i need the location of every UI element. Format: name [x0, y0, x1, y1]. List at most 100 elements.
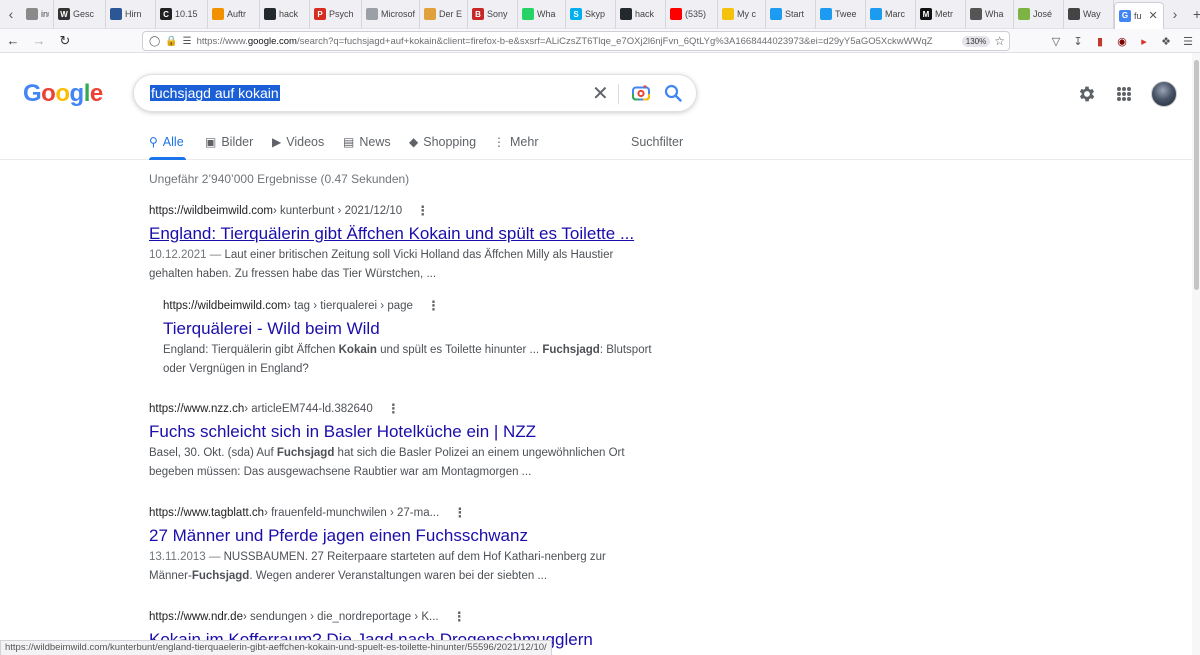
logo-letter: o: [55, 80, 70, 107]
google-logo[interactable]: Google: [23, 80, 103, 108]
more-options-icon[interactable]: ⋮: [453, 505, 466, 521]
result-title-link[interactable]: 27 Männer und Pferde jagen einen Fuchssc…: [149, 526, 669, 546]
tab-bilder[interactable]: ▣ Bilder: [205, 135, 253, 149]
browser-tab[interactable]: Gfu ✕: [1114, 1, 1164, 29]
browser-tab[interactable]: C 10.15: [156, 0, 208, 29]
more-options-icon[interactable]: ⋮: [427, 298, 440, 314]
tab-videos-label: Videos: [286, 135, 325, 149]
clear-search-icon[interactable]: ✕: [592, 81, 609, 106]
extension-shield-icon[interactable]: ▮: [1092, 35, 1108, 48]
browser-tab[interactable]: Way: [1064, 0, 1114, 29]
search-box[interactable]: fuchsjagd auf kokain ✕: [133, 74, 697, 112]
browser-tab[interactable]: M Metr: [916, 0, 966, 29]
p-site-icon: P: [314, 8, 326, 20]
browser-tab[interactable]: hack: [616, 0, 666, 29]
result-cite[interactable]: https://www.nzz.ch › articleEM744-ld.382…: [149, 401, 669, 417]
browser-tab[interactable]: (535): [666, 0, 718, 29]
result-title-link[interactable]: Tierquälerei - Wild beim Wild: [163, 319, 673, 339]
result-path: › frauenfeld-munchwilen › 27-ma...: [264, 507, 440, 519]
browser-tab[interactable]: Wha: [518, 0, 566, 29]
tab-overflow-left-icon[interactable]: ‹: [0, 0, 22, 29]
browser-tab-label: Wha: [985, 9, 1004, 19]
suchfilter-button[interactable]: Suchfilter: [631, 135, 683, 149]
result-cite[interactable]: https://wildbeimwild.com › kunterbunt › …: [149, 203, 669, 219]
browser-tab[interactable]: Auftr: [208, 0, 260, 29]
browser-tab-label: Skyp: [585, 9, 606, 19]
search-result: https://www.nzz.ch › articleEM744-ld.382…: [149, 401, 669, 482]
result-cite[interactable]: https://www.ndr.de › sendungen › die_nor…: [149, 609, 669, 625]
settings-gear-icon[interactable]: [1077, 84, 1097, 104]
url-bar[interactable]: ◯ 🔒 ☰ https://www.google.com/search?q=fu…: [142, 31, 1010, 51]
grid-site-icon: [110, 8, 122, 20]
browser-tab[interactable]: José: [1014, 0, 1064, 29]
browser-tab-label: 10.15: [175, 9, 198, 19]
account-avatar[interactable]: [1151, 81, 1177, 107]
browser-tab[interactable]: My c: [718, 0, 766, 29]
bookmark-star-icon[interactable]: ☆: [994, 34, 1005, 48]
result-title-link[interactable]: England: Tierquälerin gibt Äffchen Kokai…: [149, 224, 669, 244]
result-cite[interactable]: https://wildbeimwild.com › tag › tierqua…: [163, 298, 673, 314]
new-tab-icon[interactable]: +: [1186, 0, 1200, 29]
shield-icon[interactable]: ◯: [149, 36, 160, 47]
search-icon[interactable]: [664, 84, 682, 102]
url-text[interactable]: https://www.google.com/search?q=fuchsjag…: [197, 36, 958, 47]
youtube-icon: [670, 8, 682, 20]
browser-tab[interactable]: Start: [766, 0, 816, 29]
scrollbar-thumb[interactable]: [1194, 60, 1199, 290]
tab-mehr[interactable]: ⋮ Mehr: [493, 135, 538, 149]
browser-tab[interactable]: Twee: [816, 0, 866, 29]
close-tab-icon[interactable]: ✕: [1149, 9, 1158, 22]
wayback-icon: [1068, 8, 1080, 20]
google-apps-icon[interactable]: [1117, 87, 1131, 101]
browser-tab-label: Twee: [835, 9, 857, 19]
drop-site-icon: [970, 8, 982, 20]
zoom-badge[interactable]: 130%: [961, 35, 991, 47]
tab-news-label: News: [359, 135, 391, 149]
result-title-link[interactable]: Fuchs schleicht sich in Basler Hotelküch…: [149, 422, 669, 442]
search-small-icon: ⚲: [149, 135, 158, 149]
browser-tab[interactable]: Microsof: [362, 0, 420, 29]
browser-tab[interactable]: B Sony: [468, 0, 518, 29]
browser-tab[interactable]: W Gesc: [54, 0, 106, 29]
browser-tab[interactable]: P Psych: [310, 0, 362, 29]
browser-tab[interactable]: Hirn: [106, 0, 156, 29]
tab-videos[interactable]: ▶ Videos: [272, 135, 324, 149]
tab-alle[interactable]: ⚲ Alle: [149, 135, 184, 149]
search-input[interactable]: fuchsjagd auf kokain: [150, 85, 280, 101]
tab-shopping[interactable]: ◆ Shopping: [409, 135, 476, 149]
snippet-text: hat sich die Basler Polizei an einem ung…: [334, 447, 625, 459]
tab-news[interactable]: ▤ News: [343, 135, 391, 149]
megaphone-icon[interactable]: ▸: [1136, 35, 1152, 48]
forward-arrow-icon[interactable]: →: [26, 29, 52, 53]
result-path: › tag › tierqualerei › page: [286, 300, 413, 312]
ublock-icon[interactable]: ◉: [1114, 35, 1130, 48]
lock-icon[interactable]: 🔒: [165, 36, 177, 47]
back-arrow-icon[interactable]: ←: [0, 29, 26, 53]
browser-tab[interactable]: Der E: [420, 0, 468, 29]
result-snippet: Basel, 30. Okt. (sda) Auf Fuchsjagd hat …: [149, 444, 669, 482]
twitter-icon: [870, 8, 882, 20]
more-options-icon[interactable]: ⋮: [416, 203, 429, 219]
browser-tab[interactable]: S Skyp: [566, 0, 616, 29]
browser-tab[interactable]: Wha: [966, 0, 1014, 29]
suchfilter-label: Suchfilter: [631, 135, 684, 149]
downloads-icon[interactable]: ↧: [1070, 35, 1086, 48]
more-vert-icon: ⋮: [493, 135, 505, 149]
browser-tab[interactable]: Marc: [866, 0, 916, 29]
extensions-icon[interactable]: ❖: [1158, 35, 1174, 48]
google-lens-camera-icon[interactable]: [632, 85, 650, 101]
tab-overflow-right-icon[interactable]: ›: [1164, 0, 1186, 29]
menu-icon[interactable]: ☰: [1180, 35, 1196, 48]
b-site-icon: B: [472, 8, 484, 20]
more-options-icon[interactable]: ⋮: [453, 609, 466, 625]
browser-tab[interactable]: inu: [22, 0, 54, 29]
browser-tab-label: Metr: [935, 9, 953, 19]
search-separator: [618, 84, 619, 104]
result-cite[interactable]: https://www.tagblatt.ch › frauenfeld-mun…: [149, 505, 669, 521]
snippet-text: und spült es Toilette hinunter ...: [376, 344, 543, 356]
browser-tab[interactable]: hack: [260, 0, 310, 29]
pocket-icon[interactable]: ▽: [1048, 35, 1064, 48]
permissions-icon[interactable]: ☰: [183, 36, 192, 47]
more-options-icon[interactable]: ⋮: [387, 401, 400, 417]
reload-icon[interactable]: ↻: [52, 29, 78, 53]
